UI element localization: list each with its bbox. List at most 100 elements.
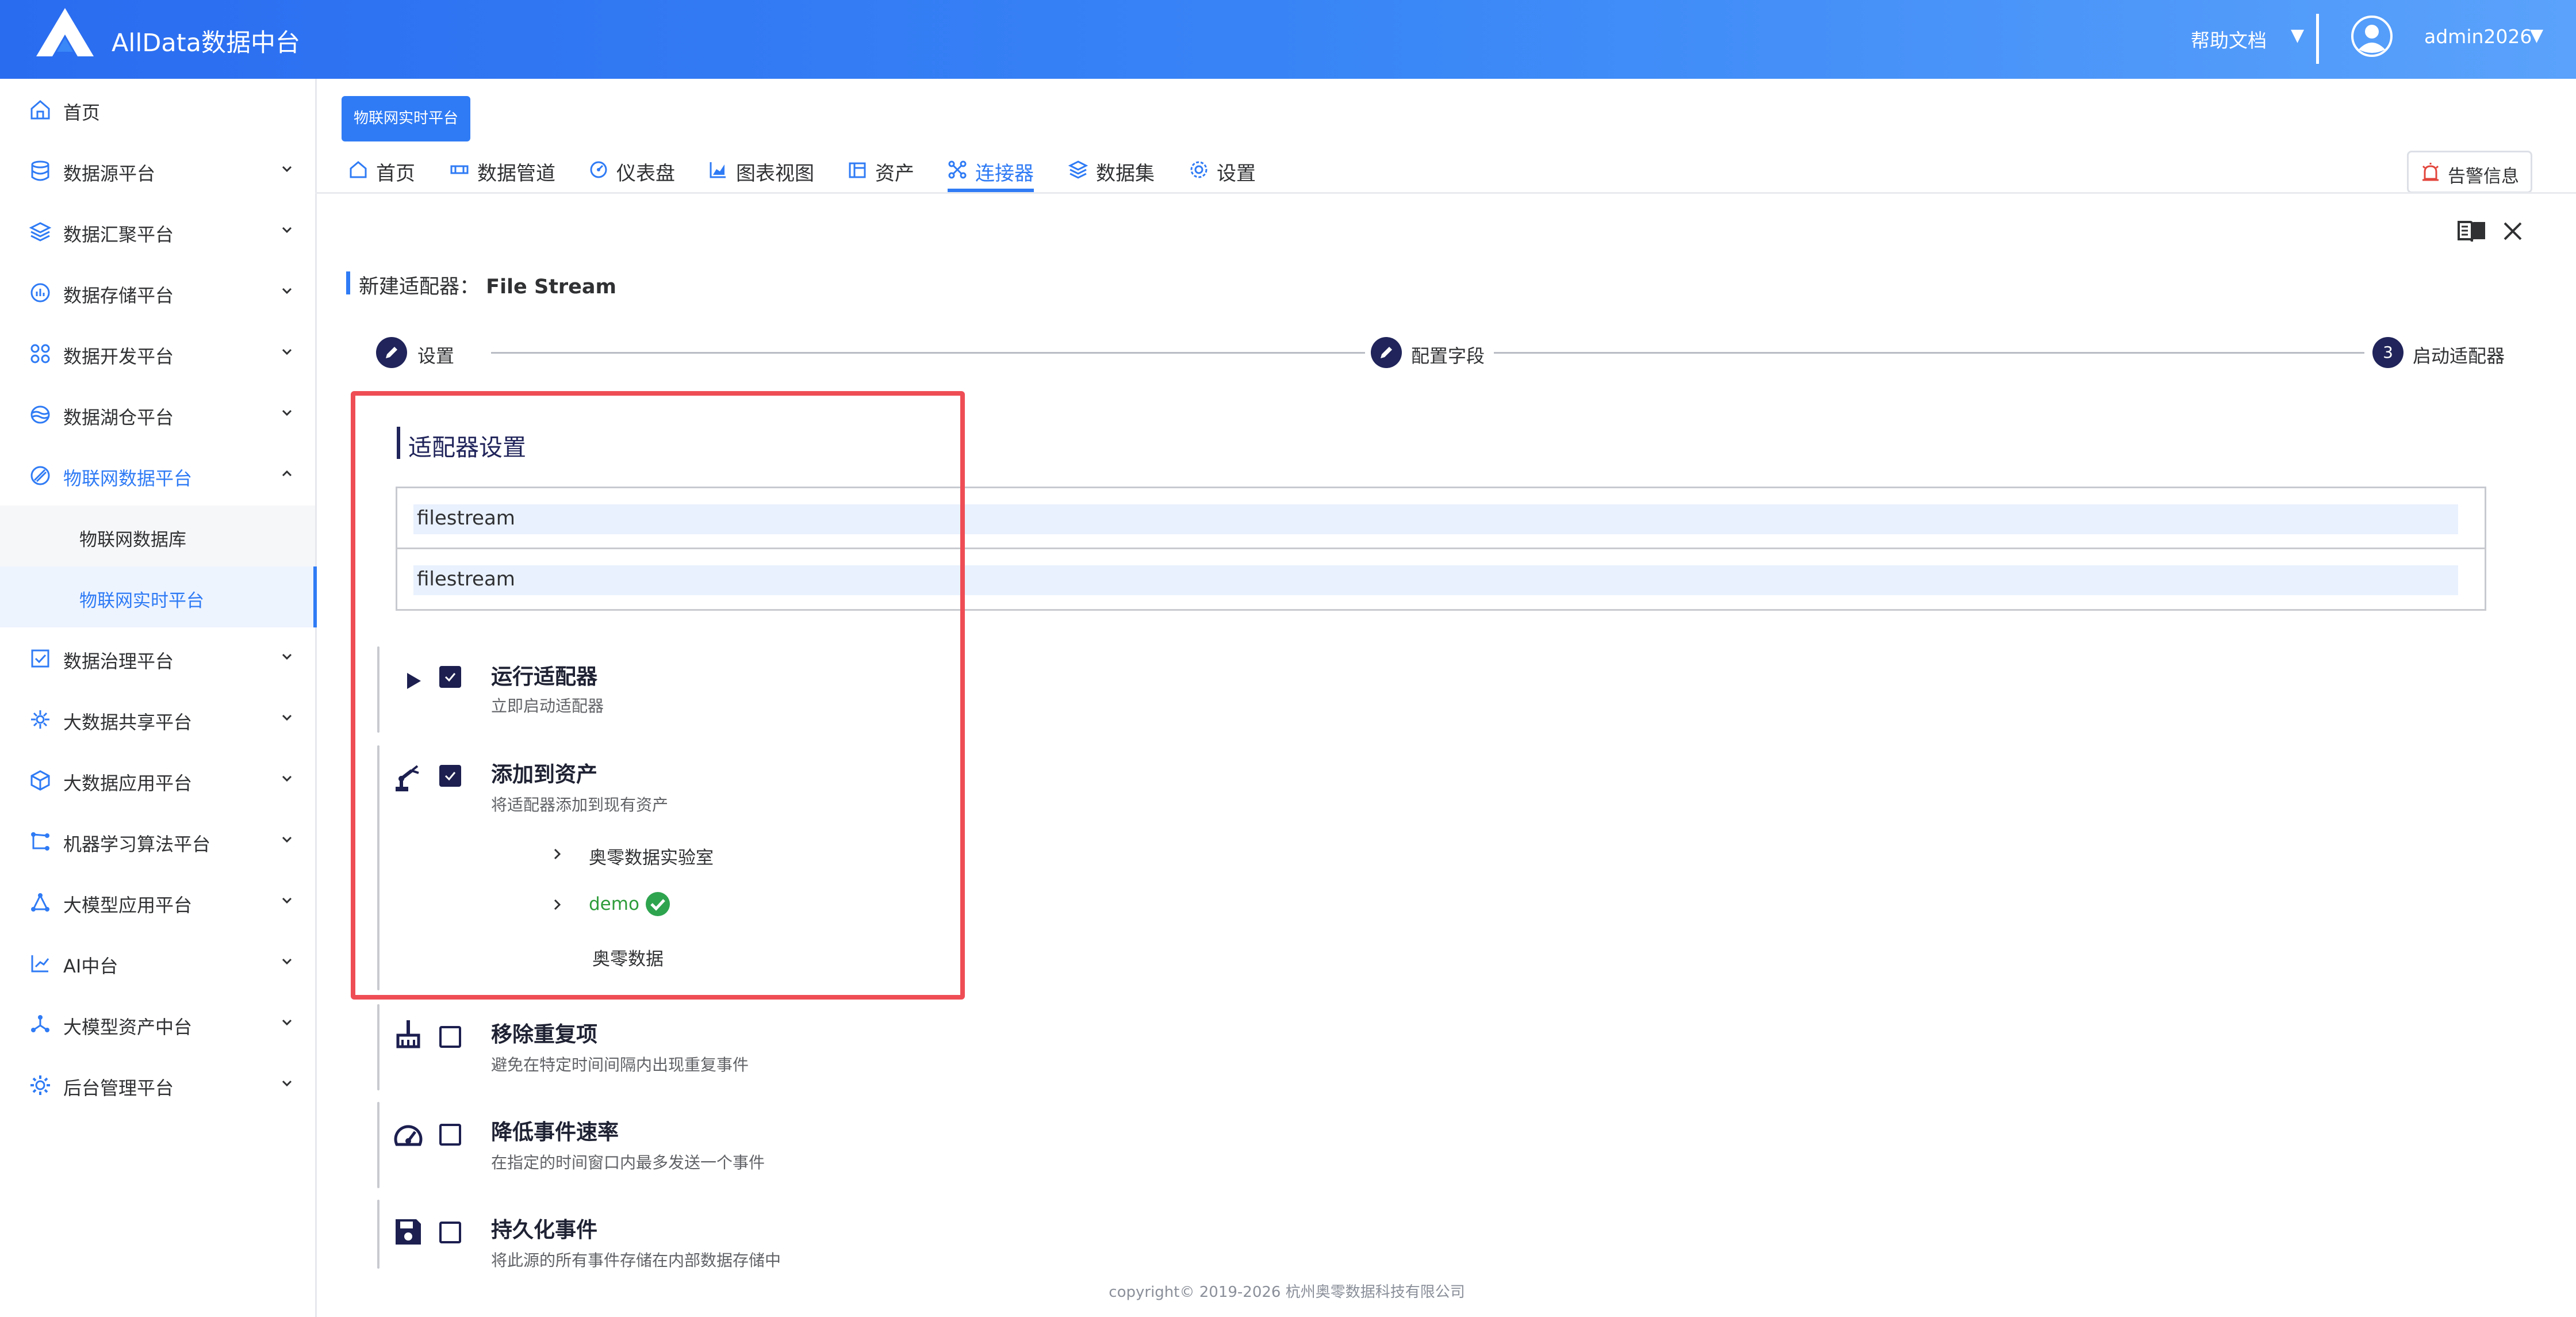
sidebar-item-home[interactable]: 首页 [0, 79, 315, 140]
close-icon[interactable] [2501, 220, 2524, 243]
share-icon [31, 710, 49, 729]
home-icon [30, 100, 50, 120]
sidebar-item-lakehouse[interactable]: 数据湖仓平台 [0, 384, 315, 445]
dataset-icon [1068, 160, 1088, 179]
sidebar-item-label: 大数据共享平台 [63, 711, 193, 733]
sidebar-subitem-label: 物联网数据库 [79, 530, 186, 550]
ai-icon [31, 955, 49, 973]
sidebar-subitem-iot-realtime[interactable]: 物联网实时平台 [0, 566, 317, 627]
alarm-icon [2422, 163, 2439, 181]
option-description: 将此源的所有事件存储在内部数据存储中 [491, 1251, 781, 1269]
sidebar-item-label: AI中台 [63, 955, 118, 977]
edit-icon [1381, 347, 1392, 358]
sidebar-item-iot[interactable]: 物联网数据平台 [0, 445, 315, 506]
reduce-event-rate-checkbox[interactable] [439, 1124, 461, 1146]
sidebar-item-datasource[interactable]: 数据源平台 [0, 140, 315, 201]
add-to-asset-checkbox[interactable] [439, 765, 461, 787]
tab-label: 连接器 [975, 162, 1034, 185]
sidebar-item-sharing[interactable]: 大数据共享平台 [0, 688, 315, 749]
option-divider [377, 745, 379, 990]
play-icon [407, 673, 421, 689]
adapter-settings-title: 适配器设置 [408, 434, 526, 461]
remove-duplicates-checkbox[interactable] [439, 1026, 461, 1048]
sidebar-item-label: 机器学习算法平台 [63, 833, 211, 855]
tab-label: 设置 [1217, 162, 1256, 185]
sidebar-subitem-iot-database[interactable]: 物联网数据库 [0, 506, 315, 566]
book-icon[interactable] [2456, 219, 2487, 244]
adapter-name-input[interactable] [417, 502, 2429, 534]
user-menu-caret-icon[interactable]: ▼ [2530, 25, 2543, 45]
sidebar-item-ai[interactable]: AI中台 [0, 932, 315, 993]
sidebar: 首页 数据源平台 数据汇聚平台 数据存储平台 数据开发平台 数据湖仓平台 物联网… [0, 79, 317, 1317]
sidebar-item-label: 首页 [63, 102, 101, 124]
tab-label: 数据管道 [477, 162, 555, 185]
option-run-adapter: 运行适配器 立即启动适配器 [377, 646, 2102, 733]
edit-icon [386, 347, 397, 358]
sidebar-item-model-asset[interactable]: 大模型资产中台 [0, 993, 315, 1054]
sidebar-item-development[interactable]: 数据开发平台 [0, 323, 315, 384]
page-tag-chip[interactable]: 物联网实时平台 [342, 96, 470, 141]
chevron-down-icon [282, 227, 292, 233]
adapter-name-field [396, 487, 2486, 550]
chevron-right-icon[interactable] [550, 847, 565, 862]
alert-info-button[interactable]: 告警信息 [2407, 151, 2532, 193]
avatar[interactable] [2351, 15, 2393, 58]
run-adapter-checkbox[interactable] [439, 666, 461, 688]
form-title-adapter-name: File Stream [486, 275, 617, 298]
iot-icon [30, 466, 50, 485]
sidebar-item-governance[interactable]: 数据治理平台 [0, 627, 315, 688]
checkmark-icon [444, 673, 456, 682]
sidebar-item-label: 数据源平台 [63, 163, 156, 185]
sidebar-item-label: 数据汇聚平台 [63, 224, 174, 246]
sidebar-item-label: 数据湖仓平台 [63, 407, 174, 428]
alert-info-label: 告警信息 [2448, 166, 2519, 187]
option-title: 添加到资产 [491, 762, 597, 787]
chevron-right-icon[interactable] [550, 897, 565, 912]
asset-tree-item[interactable]: 奥零数据 [592, 944, 664, 970]
sidebar-item-application[interactable]: 大数据应用平台 [0, 749, 315, 810]
username[interactable]: admin2026 [2424, 25, 2532, 48]
model-asset-icon [31, 1015, 49, 1032]
option-divider [377, 1004, 379, 1090]
tab-label: 资产 [875, 162, 914, 185]
option-description: 在指定的时间窗口内最多发送一个事件 [491, 1153, 765, 1172]
adapter-description-input[interactable] [417, 563, 2429, 595]
form-title: 新建适配器： File Stream [359, 270, 616, 300]
step-3-label: 启动适配器 [2413, 345, 2505, 367]
tab-label: 数据集 [1096, 162, 1155, 185]
tabbar-divider [315, 192, 2576, 194]
asset-tree-item-selected[interactable]: demo [589, 894, 639, 914]
admin-gear-icon [30, 1075, 50, 1095]
sidebar-item-admin[interactable]: 后台管理平台 [0, 1054, 315, 1115]
option-divider [377, 646, 379, 733]
step-1-circle[interactable] [376, 337, 407, 368]
chevron-down-icon [282, 1019, 292, 1026]
help-docs-link[interactable]: 帮助文档 [2191, 25, 2267, 53]
section-accent [397, 427, 400, 459]
sidebar-item-storage[interactable]: 数据存储平台 [0, 262, 315, 323]
tab-connectors[interactable]: 连接器 [948, 158, 1034, 192]
asset-tree-item[interactable]: 奥零数据实验室 [589, 843, 714, 869]
step-2-circle[interactable] [1371, 337, 1402, 368]
tab-label: 仪表盘 [616, 162, 675, 185]
chevron-down-icon [282, 897, 292, 904]
option-title: 移除重复项 [491, 1022, 597, 1047]
help-docs-caret-icon[interactable]: ▼ [2291, 25, 2304, 45]
home-icon [350, 161, 367, 178]
chevron-down-icon [282, 958, 292, 965]
sidebar-item-aggregation[interactable]: 数据汇聚平台 [0, 201, 315, 262]
asset-icon [849, 162, 866, 178]
sidebar-item-model-app[interactable]: 大模型应用平台 [0, 871, 315, 932]
chart-icon [710, 162, 726, 178]
sidebar-item-ml[interactable]: 机器学习算法平台 [0, 810, 315, 871]
persist-events-checkbox[interactable] [439, 1222, 461, 1243]
active-indicator [313, 566, 317, 627]
step-connector [1494, 352, 2364, 354]
adapter-description-field [396, 548, 2486, 611]
option-title: 降低事件速率 [491, 1120, 619, 1144]
chevron-down-icon [282, 714, 292, 721]
step-3-circle[interactable]: 3 [2372, 337, 2404, 368]
sidebar-item-label: 大数据应用平台 [63, 772, 193, 794]
option-title: 运行适配器 [491, 664, 597, 689]
option-description: 立即启动适配器 [491, 696, 604, 715]
